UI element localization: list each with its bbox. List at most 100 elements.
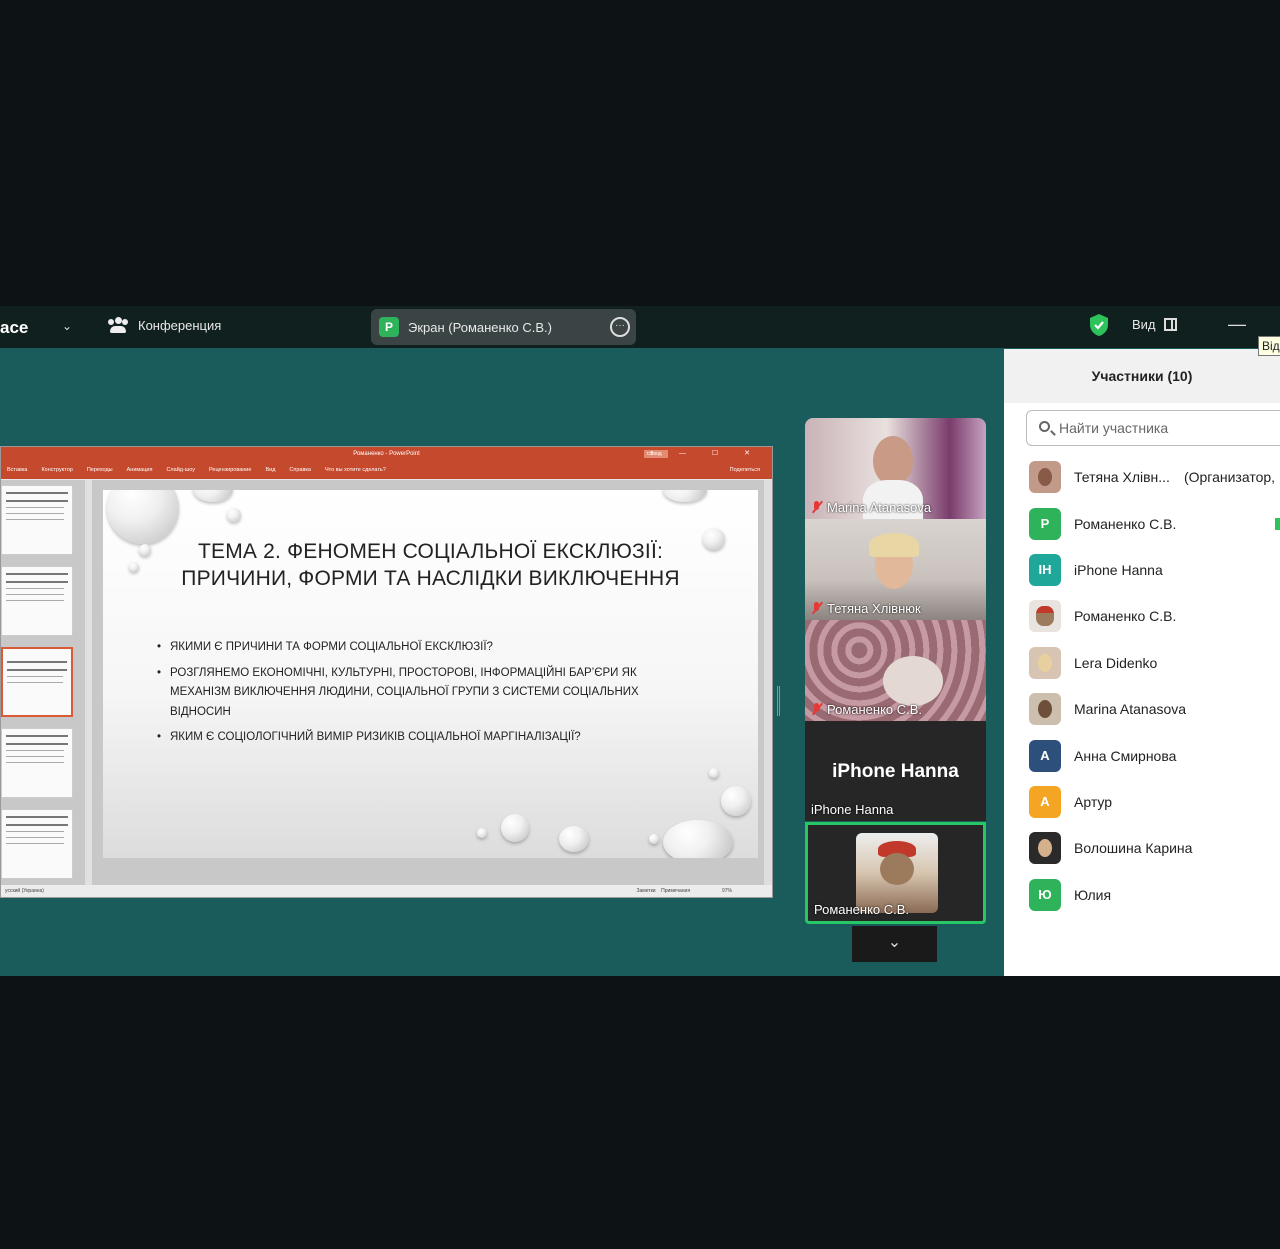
minimize-icon[interactable]: — [1228,314,1246,335]
participant-row[interactable]: А Артур [1004,779,1280,825]
current-slide: ТЕМА 2. ФЕНОМЕН СОЦІАЛЬНОЇ ЕКСКЛЮЗІЇ: ПР… [103,490,758,858]
participant-avatar-image [856,833,938,913]
screen-share-indicator[interactable]: P Экран (Романенко С.В.) ··· [371,309,636,345]
slide-title-line2: ПРИЧИНИ, ФОРМИ ТА НАСЛІДКИ ВИКЛЮЧЕННЯ [181,567,680,590]
participant-name: Анна Смирнова [1074,747,1177,764]
slide-thumbnail [1,728,73,798]
ppt-comments-label: Примечания [661,888,691,894]
shared-screen[interactable]: Романенко - PowerPoint Вход ▭ — ☐ ✕ Вста… [0,446,773,898]
participant-search-input[interactable]: Найти участника [1026,410,1280,446]
participants-panel: Участники (10) Найти участника Тетяна Хл… [1004,349,1280,976]
ppt-share-label: Поделиться [729,467,760,473]
avatar-figure [880,853,914,885]
participant-video [869,533,919,557]
participant-row[interactable]: Р Романенко С.В. [1004,500,1280,546]
participant-name: iPhone Hanna [1074,561,1163,578]
video-tile-name: Marina Atanasova [811,500,931,515]
people-icon [108,317,128,333]
chevron-down-icon[interactable]: ⌄ [62,319,72,333]
participant-avatar [1029,693,1061,726]
participant-row[interactable]: Тетяна Хлівн... (Организатор, [1004,454,1280,500]
participant-name: Волошина Карина [1074,840,1193,857]
participant-avatar [1029,646,1061,679]
slide-title-line1: ТЕМА 2. ФЕНОМЕН СОЦІАЛЬНОЇ ЕКСКЛЮЗІЇ: [197,540,664,563]
participant-avatar [1029,600,1061,633]
slide-bullet: ЯКИМИ Є ПРИЧИНИ ТА ФОРМИ СОЦІАЛЬНОЇ ЕКСК… [157,638,657,658]
slide-thumbnail [1,566,73,636]
participant-row[interactable]: IH iPhone Hanna [1004,547,1280,593]
participant-row[interactable]: Marina Atanasova [1004,686,1280,732]
video-tile-name: Романенко С.В. [811,702,922,717]
participant-avatar: IH [1029,553,1061,586]
security-shield-icon[interactable] [1088,313,1110,337]
view-label: Вид [1132,317,1156,332]
participant-role: (Организатор, [1183,469,1276,486]
water-drop-decoration [107,490,179,544]
participant-name: Lera Didenko [1074,654,1158,671]
participant-row[interactable]: Ю Юлия [1004,872,1280,918]
video-tile-tetyana[interactable]: Тетяна Хлівнюк [805,519,986,620]
slide-thumbnail [1,485,73,555]
more-options-icon[interactable]: ··· [610,317,630,337]
search-placeholder: Найти участника [1059,420,1169,436]
water-drop-decoration [663,490,707,502]
ribbon-tab: Переходы [86,467,113,473]
grid-icon [1163,318,1177,331]
presenter-badge: P [379,317,399,337]
view-button[interactable]: Вид [1132,317,1177,332]
conference-label: Конференция [138,317,222,333]
panel-resize-handle[interactable] [777,686,780,716]
video-tile-marina[interactable]: Marina Atanasova [805,418,986,519]
ppt-zoom-value: 97% [721,888,732,894]
ribbon-tab: Справка [289,467,311,473]
water-drop-decoration [477,828,487,838]
participant-row[interactable]: Lera Didenko [1004,640,1280,686]
expand-gallery-button[interactable]: ⌄ [852,926,937,962]
participants-header: Участники (10) [1004,349,1280,403]
video-tile-romanenko-2-active[interactable]: Романенко С.В. [805,822,986,924]
ppt-status-bar: усский (Украина) Заметки Примечания 97% [1,885,772,897]
ppt-status-right: Заметки Примечания 97% [636,885,732,897]
slide-bullet-list: ЯКИМИ Є ПРИЧИНИ ТА ФОРМИ СОЦІАЛЬНОЇ ЕКСК… [157,638,657,754]
slide-thumbnail-active [1,647,73,717]
ribbon-tab: Вид [265,467,276,473]
app-name-fragment: ace [0,318,29,337]
mic-muted-icon [811,602,823,615]
video-tile-name: Тетяна Хлівнюк [811,601,921,616]
conference-menu[interactable]: Конференция [108,317,221,333]
ribbon-tab: Слайд-шоу [166,467,195,473]
water-drop-decoration [649,834,659,844]
participant-row[interactable]: Волошина Карина [1004,825,1280,871]
participant-row[interactable]: А Анна Смирнова [1004,732,1280,778]
meeting-top-bar: ace ⌄ Конференция P Экран (Романенко С.В… [0,306,1280,348]
meeting-window: ace ⌄ Конференция P Экран (Романенко С.В… [0,306,1280,976]
video-tile-iphone-hanna[interactable]: iPhone Hanna iPhone Hanna [805,721,986,821]
tooltip: Від [1258,336,1280,356]
participant-avatar: Ю [1029,878,1061,911]
participant-avatar [1029,832,1061,865]
participant-name: Романенко С.В. [1074,515,1177,532]
slide-title: ТЕМА 2. ФЕНОМЕН СОЦІАЛЬНОЇ ЕКСКЛЮЗІЇ: ПР… [103,538,758,592]
ribbon-tab: Конструктор [41,467,73,473]
water-drop-decoration [227,508,241,522]
search-icon [1039,421,1050,432]
ribbon-tell-me: Что вы хотите сделать? [324,467,386,473]
participant-name: Marina Atanasova [1074,701,1187,718]
ppt-title-bar: Романенко - PowerPoint Вход ▭ — ☐ ✕ [1,447,772,461]
participant-row[interactable]: Романенко С.В. [1004,593,1280,639]
participant-name: Юлия [1074,886,1112,903]
water-drop-decoration [559,826,589,852]
video-tile-romanenko-1[interactable]: Романенко С.В. [805,620,986,721]
water-drop-decoration [709,768,719,778]
ppt-ribbon: Вставка Конструктор Переходы Анимация Сл… [1,461,772,479]
participant-avatar: А [1029,785,1061,818]
participant-name: Тетяна Хлівн... [1074,469,1170,486]
participant-list: Тетяна Хлівн... (Организатор, Р Романенк… [1004,454,1280,918]
participant-name: Романенко С.В. [1074,608,1177,625]
slide-thumbnails [1,485,81,890]
ppt-window-controls: ▭ — ☐ ✕ [646,450,762,457]
water-drop-decoration [663,820,733,858]
screen-share-label: Экран (Романенко С.В.) [408,319,552,335]
ribbon-tab: Рецензирование [208,467,252,473]
speaking-indicator [1275,517,1280,530]
